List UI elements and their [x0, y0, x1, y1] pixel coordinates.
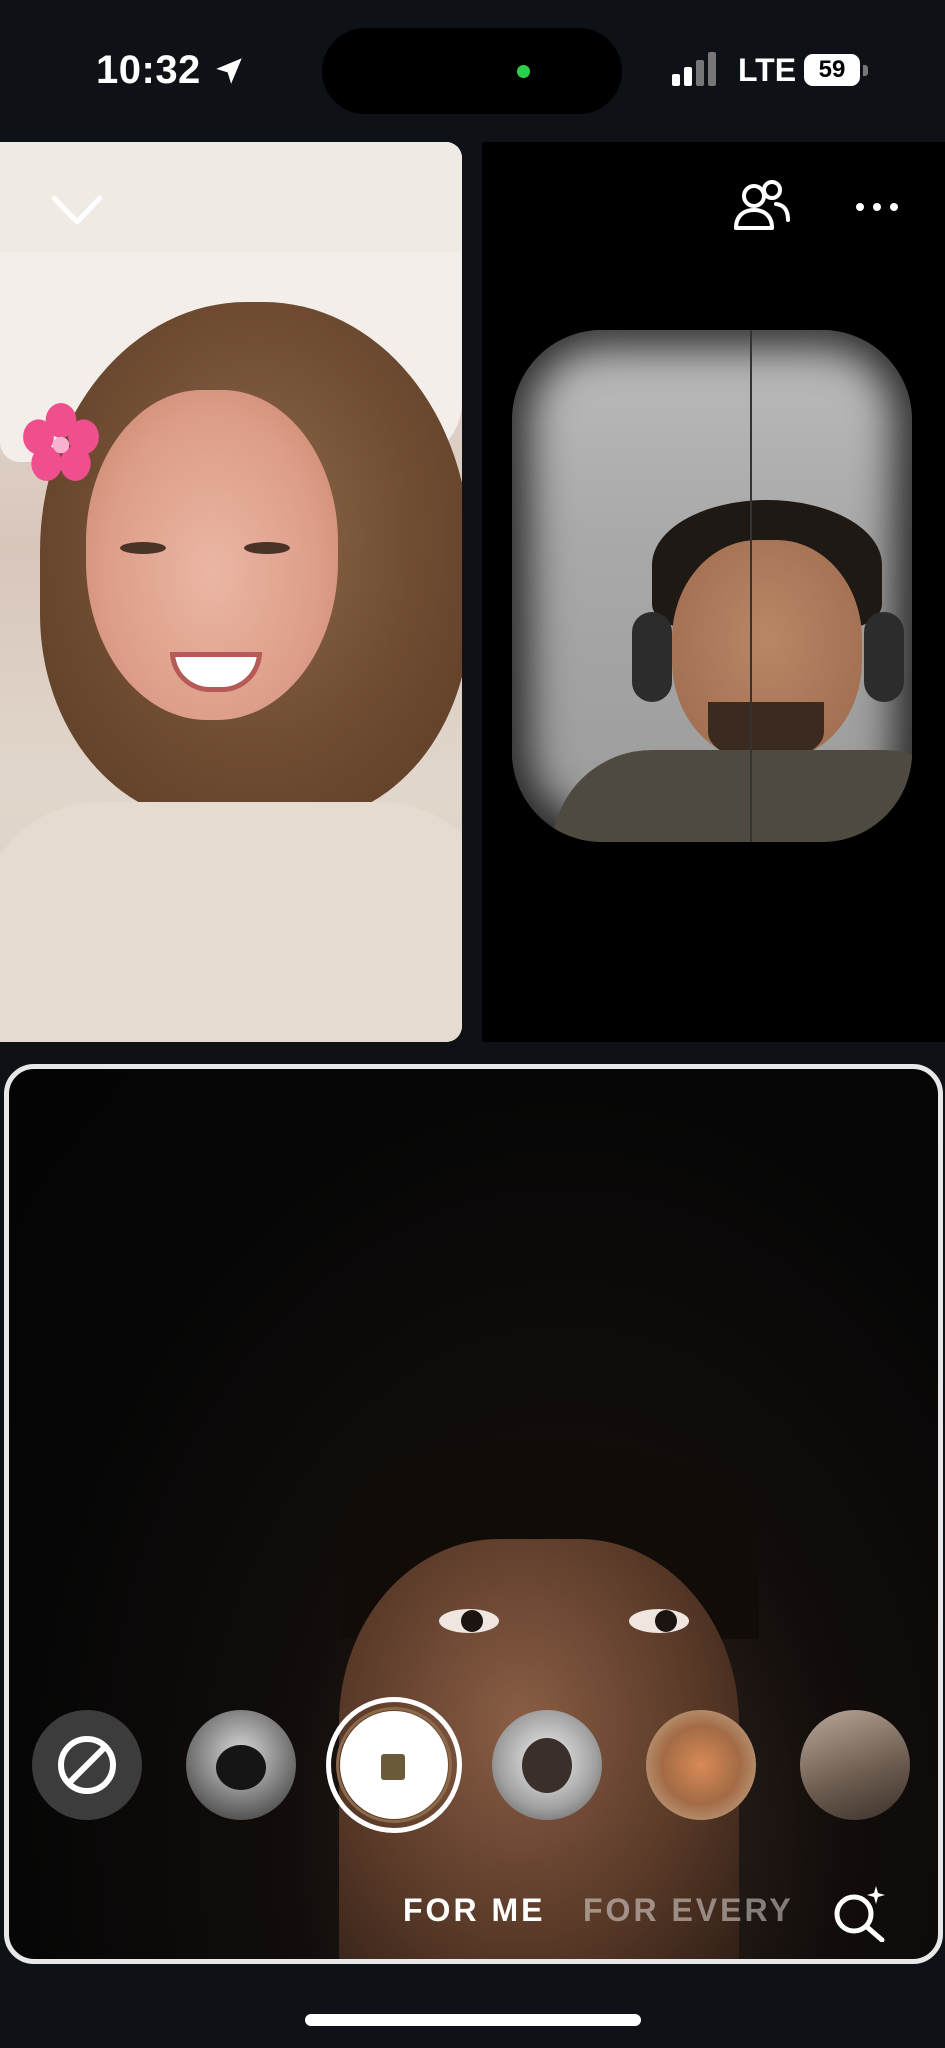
dynamic-island	[322, 28, 622, 114]
effect-thumbnail-4[interactable]	[800, 1710, 910, 1820]
more-options-icon[interactable]	[852, 196, 902, 218]
participant-video-vintage-frame	[512, 330, 912, 842]
location-arrow-icon	[216, 58, 242, 84]
tab-for-everyone[interactable]: FOR EVERYONE	[583, 1892, 793, 1929]
effect-film-selected[interactable]	[326, 1697, 462, 1833]
minimize-chevron-icon[interactable]	[48, 190, 106, 230]
participant-eye-right	[244, 542, 290, 554]
network-type: LTE	[738, 52, 797, 88]
search-effects-icon[interactable]	[830, 1884, 888, 1942]
signal-bars-icon	[672, 52, 716, 86]
self-pupil-right	[655, 1610, 677, 1632]
participant-eye-left	[120, 542, 166, 554]
prohibited-icon	[58, 1736, 116, 1794]
status-bar: 10:32 LTE 59	[0, 0, 945, 140]
headphone-right	[864, 612, 904, 702]
participants-icon[interactable]	[732, 180, 792, 234]
status-time: 10:32	[96, 48, 201, 92]
participant-shirt	[0, 802, 462, 1042]
camera-active-indicator	[517, 65, 530, 78]
film-roll-icon	[381, 1754, 405, 1780]
self-pupil-left	[461, 1610, 483, 1632]
effect-thumbnail-3[interactable]	[646, 1710, 756, 1820]
effect-1-preview	[216, 1745, 266, 1790]
effect-2-preview	[522, 1738, 572, 1793]
battery-icon: 59	[804, 54, 870, 86]
battery-level: 59	[804, 54, 860, 86]
effect-thumbnail-2[interactable]	[492, 1710, 602, 1820]
participant-2-shirt	[552, 750, 912, 842]
effect-thumbnail-1[interactable]	[186, 1710, 296, 1820]
participant-tile-1[interactable]	[0, 142, 462, 1042]
frame-scratch-line	[750, 330, 752, 842]
headphone-left	[632, 612, 672, 702]
battery-nub	[863, 65, 868, 76]
flower-filter-icon	[23, 403, 99, 481]
home-indicator[interactable]	[305, 2014, 641, 2026]
no-effect-button[interactable]	[32, 1710, 142, 1820]
tab-for-me[interactable]: FOR ME	[403, 1892, 545, 1929]
self-view-tile[interactable]	[4, 1064, 943, 1964]
